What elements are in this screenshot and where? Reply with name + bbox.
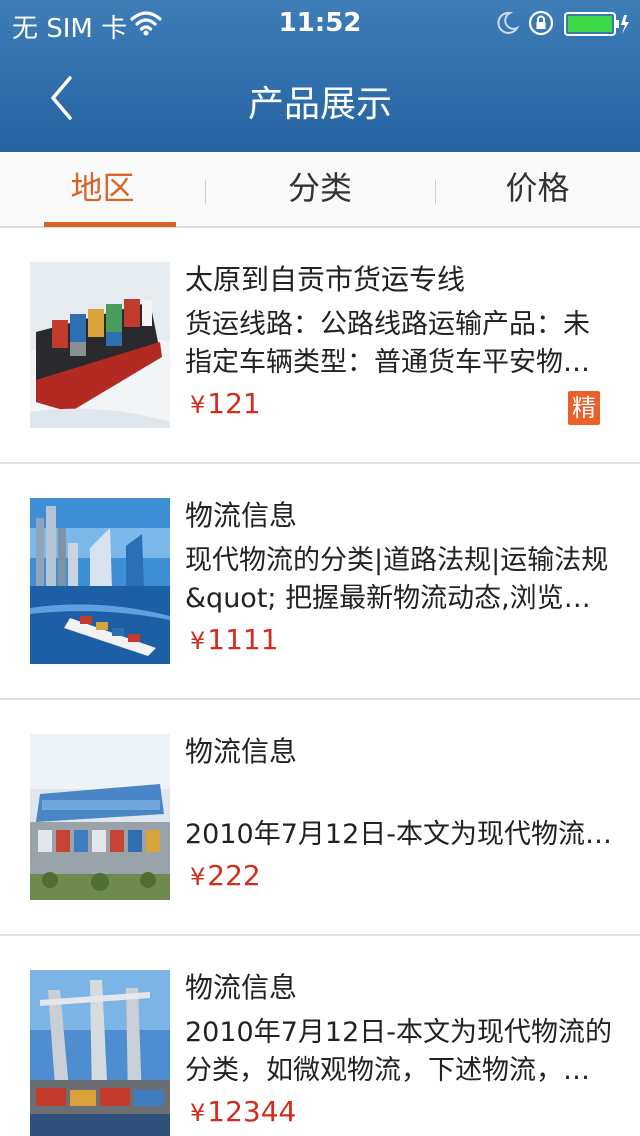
moon-icon (497, 11, 520, 34)
filter-tabs: 地区 分类 价格 (0, 152, 640, 228)
page-title: 产品展示 (247, 84, 392, 125)
price-value: 222 (207, 859, 261, 892)
header-bar: 无 SIM 卡 11:52 产品展示 (0, 0, 640, 152)
container-ship-icon (30, 262, 170, 428)
product-title: 物流信息 (185, 735, 298, 768)
currency-symbol: ¥ (190, 627, 206, 655)
tab-region[interactable]: 地区 (0, 152, 205, 226)
product-title: 物流信息 (185, 499, 298, 532)
product-description: 2010年7月12日-本文为现代物流的分类 (185, 819, 612, 850)
rotation-lock-icon (528, 10, 554, 36)
truck-depot-icon (30, 734, 170, 900)
product-price: ¥222 (190, 860, 261, 893)
battery-icon (564, 12, 629, 36)
list-item[interactable]: 太原到自贡市货运专线 货运线路：公路线路运输产品：未指定车辆类型：普通货车平安物… (0, 228, 640, 464)
product-title: 物流信息 (185, 971, 298, 1004)
tab-price[interactable]: 价格 (435, 152, 640, 226)
product-description: 货运线路：公路线路运输产品：未指定车辆类型：普通货车平安物流承接全国各地到自贡市… (185, 309, 590, 378)
currency-symbol: ¥ (190, 1099, 206, 1127)
port-city-icon (30, 498, 170, 664)
featured-badge: 精 (568, 391, 600, 425)
product-description: 2010年7月12日-本文为现代物流的分类，如微观物流，下述物流，宏观物流 (185, 1017, 612, 1086)
tab-category[interactable]: 分类 (205, 152, 435, 226)
product-price: ¥1111 (190, 624, 279, 657)
price-value: 1111 (207, 623, 279, 656)
active-tab-indicator (44, 222, 176, 227)
harbor-crane-icon (30, 970, 170, 1136)
status-bar: 无 SIM 卡 11:52 (0, 0, 640, 48)
product-description: 现代物流的分类|道路法规|运输法规&quot; 把握最新物流动态,浏览最新物流资… (185, 545, 609, 614)
list-item[interactable]: 物流信息 2010年7月12日-本文为现代物流的分类 ¥222 (0, 700, 640, 936)
currency-symbol: ¥ (190, 863, 206, 891)
price-value: 12344 (207, 1095, 297, 1128)
product-price: ¥121 (190, 388, 261, 421)
product-price: ¥12344 (190, 1096, 296, 1129)
navigation-bar: 产品展示 (0, 48, 640, 152)
list-item[interactable]: 物流信息 现代物流的分类|道路法规|运输法规&quot; 把握最新物流动态,浏览… (0, 464, 640, 700)
currency-symbol: ¥ (190, 391, 206, 419)
price-value: 121 (207, 387, 261, 420)
list-item[interactable]: 物流信息 2010年7月12日-本文为现代物流的分类，如微观物流，下述物流，宏观… (0, 936, 640, 1136)
product-title: 太原到自贡市货运专线 (185, 263, 466, 296)
